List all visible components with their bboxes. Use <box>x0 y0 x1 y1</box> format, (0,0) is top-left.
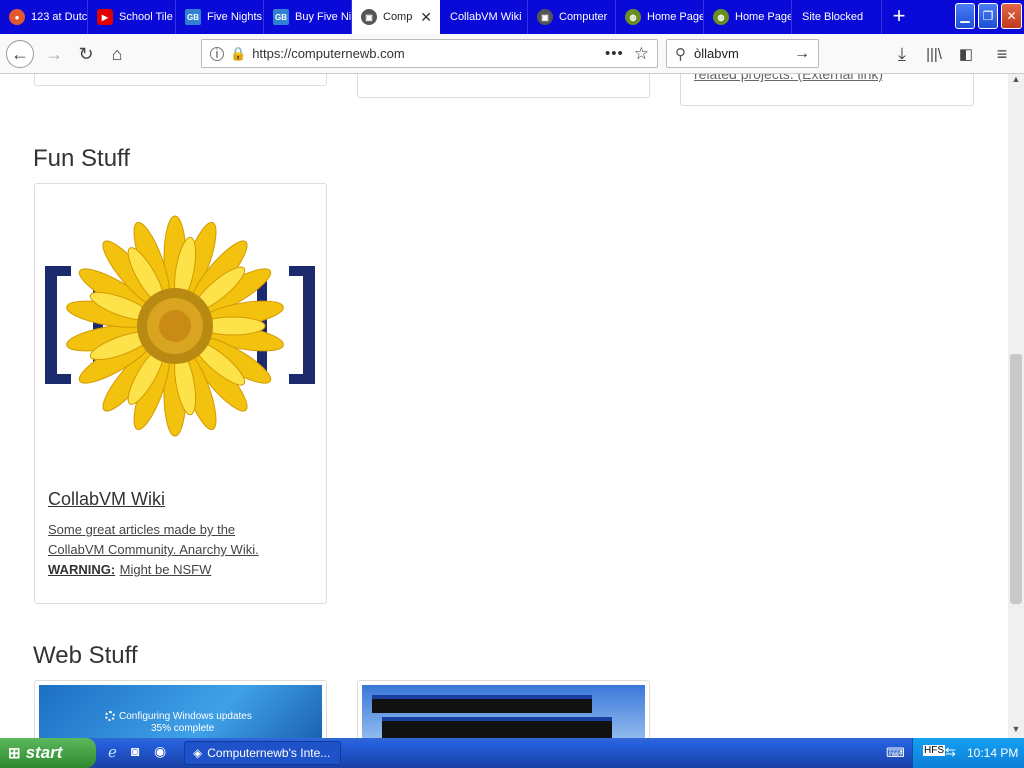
menu-button[interactable]: ≡ <box>988 40 1016 68</box>
tab-6[interactable]: CollabVM Wiki <box>440 0 528 34</box>
gb-icon: GB <box>273 9 289 25</box>
download-icon: ⤓ <box>898 43 906 64</box>
sidebar-icon: ◧ <box>958 46 974 63</box>
vertical-scrollbar[interactable]: ▲ ▼ <box>1008 74 1024 738</box>
section-heading-web-stuff: Web Stuff <box>33 642 138 669</box>
command-prompt-screenshot[interactable] <box>362 685 645 738</box>
globe-icon: ◍ <box>625 9 641 25</box>
ie-icon[interactable]: ℯ <box>108 743 117 761</box>
tab-1[interactable]: ● 123 at Dutch <box>0 0 88 34</box>
downloads-button[interactable]: ⤓ <box>888 40 916 68</box>
tab-bar: ● 123 at Dutch ▶ School Tile GB Five Nights… <box>0 0 1024 34</box>
collabvm-wiki-title[interactable]: CollabVM Wiki <box>48 489 165 510</box>
url-text[interactable]: https://computernewb.com <box>252 46 404 61</box>
close-window-button[interactable]: ✕ <box>1001 3 1022 29</box>
collabvm-wiki-card[interactable]: CollabVM Wiki Some great articles made b… <box>34 183 327 604</box>
spinner-icon <box>105 711 115 721</box>
reload-button[interactable]: ↻ <box>72 40 100 68</box>
reload-icon: ↻ <box>78 43 94 64</box>
back-button[interactable]: ← <box>6 40 34 68</box>
card-partial-2 <box>357 74 650 98</box>
clock[interactable]: 10:14 PM <box>967 746 1018 760</box>
globe-icon: ◍ <box>713 9 729 25</box>
brave-icon: ● <box>9 9 25 25</box>
system-tray: HFS ⇆ 10:14 PM <box>912 738 1024 768</box>
sidebar-button[interactable]: ◧ <box>952 40 980 68</box>
windows-logo-icon: ⊞ <box>8 745 21 762</box>
search-go-icon[interactable]: → <box>794 45 810 63</box>
hamburger-menu-icon: ≡ <box>996 43 1008 64</box>
home-button[interactable]: ⌂ <box>103 40 131 68</box>
navigation-toolbar: ← → ↻ ⌂ i 🔒 https://computernewb.com •••… <box>0 34 1024 74</box>
new-tab-button[interactable]: + <box>884 4 914 30</box>
arrow-left-icon: ← <box>11 43 29 64</box>
warning-text[interactable]: Might be NSFW <box>120 562 212 577</box>
collabvm-wiki-description-block[interactable]: Some great articles made by the CollabVM… <box>48 520 288 580</box>
web-stuff-card-2[interactable] <box>357 680 650 738</box>
tab-8[interactable]: ◍ Home Page <box>616 0 704 34</box>
bookmark-star-icon[interactable]: ☆ <box>634 44 649 64</box>
card-partial-1 <box>34 74 327 86</box>
tab-3[interactable]: GB Five Nights <box>176 0 264 34</box>
info-icon[interactable]: i <box>210 46 224 61</box>
minimize-button[interactable]: ▁ <box>955 3 975 29</box>
scroll-down-icon[interactable]: ▼ <box>1008 724 1024 738</box>
language-icon[interactable]: HFS <box>923 745 945 756</box>
forward-button[interactable]: → <box>40 40 68 68</box>
restore-button[interactable]: ❐ <box>978 3 998 29</box>
windows-taskbar: ⊞ start ℯ ◙ ◉ ◈ Computernewb's Inte... ⌨… <box>0 738 1024 768</box>
web-stuff-card-1[interactable]: Configuring Windows updates 35% complete <box>34 680 327 738</box>
console-window-2 <box>382 717 612 738</box>
show-desktop-icon[interactable]: ◙ <box>131 743 139 759</box>
card-partial-3: related projects. (External link) <box>680 74 974 106</box>
search-bar[interactable]: ⚲ òllabvm → <box>666 39 819 68</box>
library-button[interactable]: |||\ <box>920 40 948 68</box>
scroll-up-icon[interactable]: ▲ <box>1008 74 1024 88</box>
library-icon: |||\ <box>926 45 942 63</box>
warning-label[interactable]: WARNING: <box>48 562 115 577</box>
keyboard-icon[interactable]: ⌨ <box>886 745 905 761</box>
tab-2[interactable]: ▶ School Tile <box>88 0 176 34</box>
gb-icon: GB <box>185 9 201 25</box>
close-tab-icon[interactable]: ✕ <box>420 9 432 26</box>
network-icon[interactable]: ⇆ <box>945 744 956 760</box>
section-heading-fun-stuff: Fun Stuff <box>33 145 130 172</box>
computernewb-icon: ▣ <box>361 9 377 25</box>
search-input[interactable]: òllabvm <box>694 46 739 61</box>
collabvm-wiki-description[interactable]: Some great articles made by the CollabVM… <box>48 522 259 557</box>
card-partial-3-text[interactable]: related projects. (External link) <box>694 74 883 84</box>
windows-update-caption-1: Configuring Windows updates <box>119 711 252 722</box>
youtube-icon: ▶ <box>97 9 113 25</box>
media-player-icon[interactable]: ◉ <box>154 743 166 760</box>
page-content: related projects. (External link) Fun St… <box>0 74 1008 738</box>
scrollbar-thumb[interactable] <box>1010 354 1022 604</box>
page-actions-icon[interactable]: ••• <box>605 45 624 62</box>
console-window-1 <box>372 695 592 713</box>
lock-icon: 🔒 <box>230 45 247 61</box>
firefox-window-icon: ◈ <box>193 746 203 760</box>
tab-7[interactable]: ▣ Computer <box>528 0 616 34</box>
arrow-right-icon: → <box>45 43 63 64</box>
collabvm-wiki-logo[interactable] <box>41 214 321 444</box>
windows-update-screenshot[interactable]: Configuring Windows updates 35% complete <box>39 685 322 738</box>
computernewb-icon: ▣ <box>537 9 553 25</box>
search-icon: ⚲ <box>675 45 686 63</box>
tab-4[interactable]: GB Buy Five Nig <box>264 0 352 34</box>
url-bar[interactable]: i 🔒 https://computernewb.com ••• ☆ <box>201 39 658 68</box>
tab-9[interactable]: ◍ Home Page <box>704 0 792 34</box>
tab-10[interactable]: Site Blocked <box>792 0 882 34</box>
windows-update-caption-2: 35% complete <box>151 723 215 734</box>
tab-5-active[interactable]: ▣Computernewb✕ <box>352 0 440 34</box>
home-icon: ⌂ <box>111 43 123 64</box>
taskbar-window-button[interactable]: ◈ Computernewb's Inte... <box>184 741 341 765</box>
start-button[interactable]: ⊞ start <box>0 738 96 768</box>
